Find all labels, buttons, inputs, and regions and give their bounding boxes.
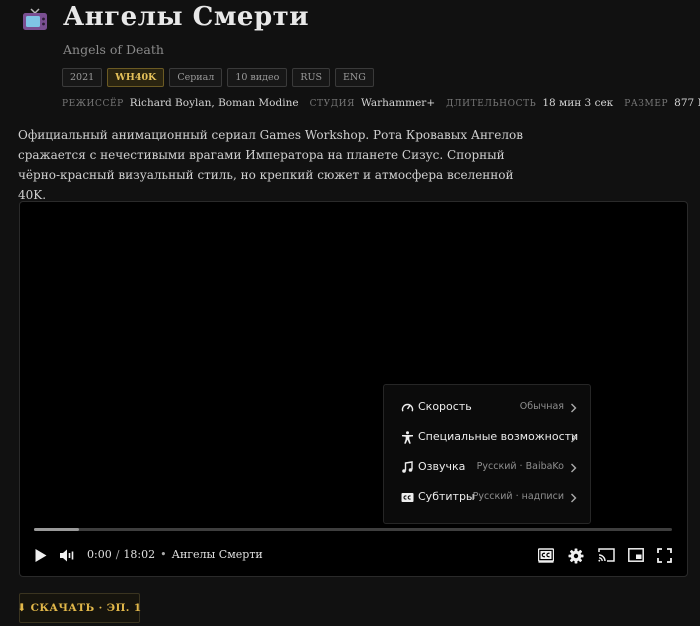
picture-in-picture-icon[interactable] <box>628 548 644 562</box>
menu-item-accessibility[interactable]: Специальные возможности <box>384 424 590 452</box>
chevron-right-icon <box>571 493 577 503</box>
video-title: Ангелы Смерти <box>171 548 263 561</box>
subtitles-label: Субтитры <box>418 490 475 503</box>
subtitles-value: Русский · надписи <box>472 491 564 502</box>
chevron-right-icon <box>571 463 577 473</box>
accessibility-icon <box>402 431 413 444</box>
volume-icon[interactable] <box>59 548 76 563</box>
tag-video-count: 10 видео <box>227 68 288 87</box>
fullscreen-icon[interactable] <box>657 548 672 563</box>
progress-bar[interactable] <box>34 528 672 531</box>
accessibility-label: Специальные возможности <box>418 430 579 443</box>
cast-icon[interactable] <box>598 548 615 562</box>
page-title: Ангелы Смерти <box>63 2 310 32</box>
speed-value: Обычная <box>519 401 564 412</box>
director-label: РЕЖИССЁР <box>62 99 124 109</box>
menu-item-audio[interactable]: Озвучка Русский · BaibaKo <box>384 454 590 482</box>
original-title: Angels of Death <box>63 42 164 57</box>
size-value: 877 МБ <box>674 97 700 109</box>
tag-year: 2021 <box>62 68 103 87</box>
audio-label: Озвучка <box>418 460 466 473</box>
subtitles-icon[interactable] <box>538 548 554 563</box>
video-player[interactable]: Скорость Обычная Специальные возможности… <box>19 201 688 577</box>
speed-label: Скорость <box>418 400 472 413</box>
chevron-right-icon <box>571 403 577 413</box>
studio-label: СТУДИЯ <box>309 99 355 109</box>
tag-list: 2021 WH40K Сериал 10 видео RUS ENG <box>62 68 374 87</box>
progress-fill <box>34 528 79 531</box>
tag-lang-eng: ENG <box>334 68 374 87</box>
title-separator: • <box>160 548 167 561</box>
studio-value: Warhammer+ <box>361 97 436 109</box>
current-time: 0:00 <box>87 548 112 561</box>
speedometer-icon <box>401 403 414 412</box>
meta-row: РЕЖИССЁР Richard Boylan, Boman Modine СТ… <box>62 97 700 109</box>
play-icon[interactable] <box>34 548 48 563</box>
time-separator: / <box>115 548 120 561</box>
duration-value: 18 мин 3 сек <box>542 97 614 109</box>
size-label: РАЗМЕР <box>624 99 669 109</box>
subtitles-icon <box>401 493 414 502</box>
gear-icon[interactable] <box>568 548 584 564</box>
menu-item-subtitles[interactable]: Субтитры Русский · надписи <box>384 484 590 512</box>
settings-menu: Скорость Обычная Специальные возможности… <box>383 384 591 524</box>
tag-franchise: WH40K <box>107 68 165 87</box>
chevron-right-icon <box>571 433 577 443</box>
tag-type: Сериал <box>169 68 223 87</box>
time-display: 0:00 / 18:02 • Ангелы Смерти <box>87 548 263 561</box>
tv-icon <box>23 8 47 30</box>
audio-value: Русский · BaibaKo <box>476 461 564 472</box>
description: Официальный анимационный сериал Games Wo… <box>18 128 523 202</box>
music-note-icon <box>402 461 413 473</box>
total-time: 18:02 <box>123 548 156 561</box>
download-button[interactable]: ⬇ СКАЧАТЬ · ЭП. 1 <box>17 593 141 623</box>
tag-lang-rus: RUS <box>292 68 330 87</box>
menu-item-speed[interactable]: Скорость Обычная <box>384 394 590 422</box>
duration-label: ДЛИТЕЛЬНОСТЬ <box>446 99 537 109</box>
director-value: Richard Boylan, Boman Modine <box>129 97 299 109</box>
